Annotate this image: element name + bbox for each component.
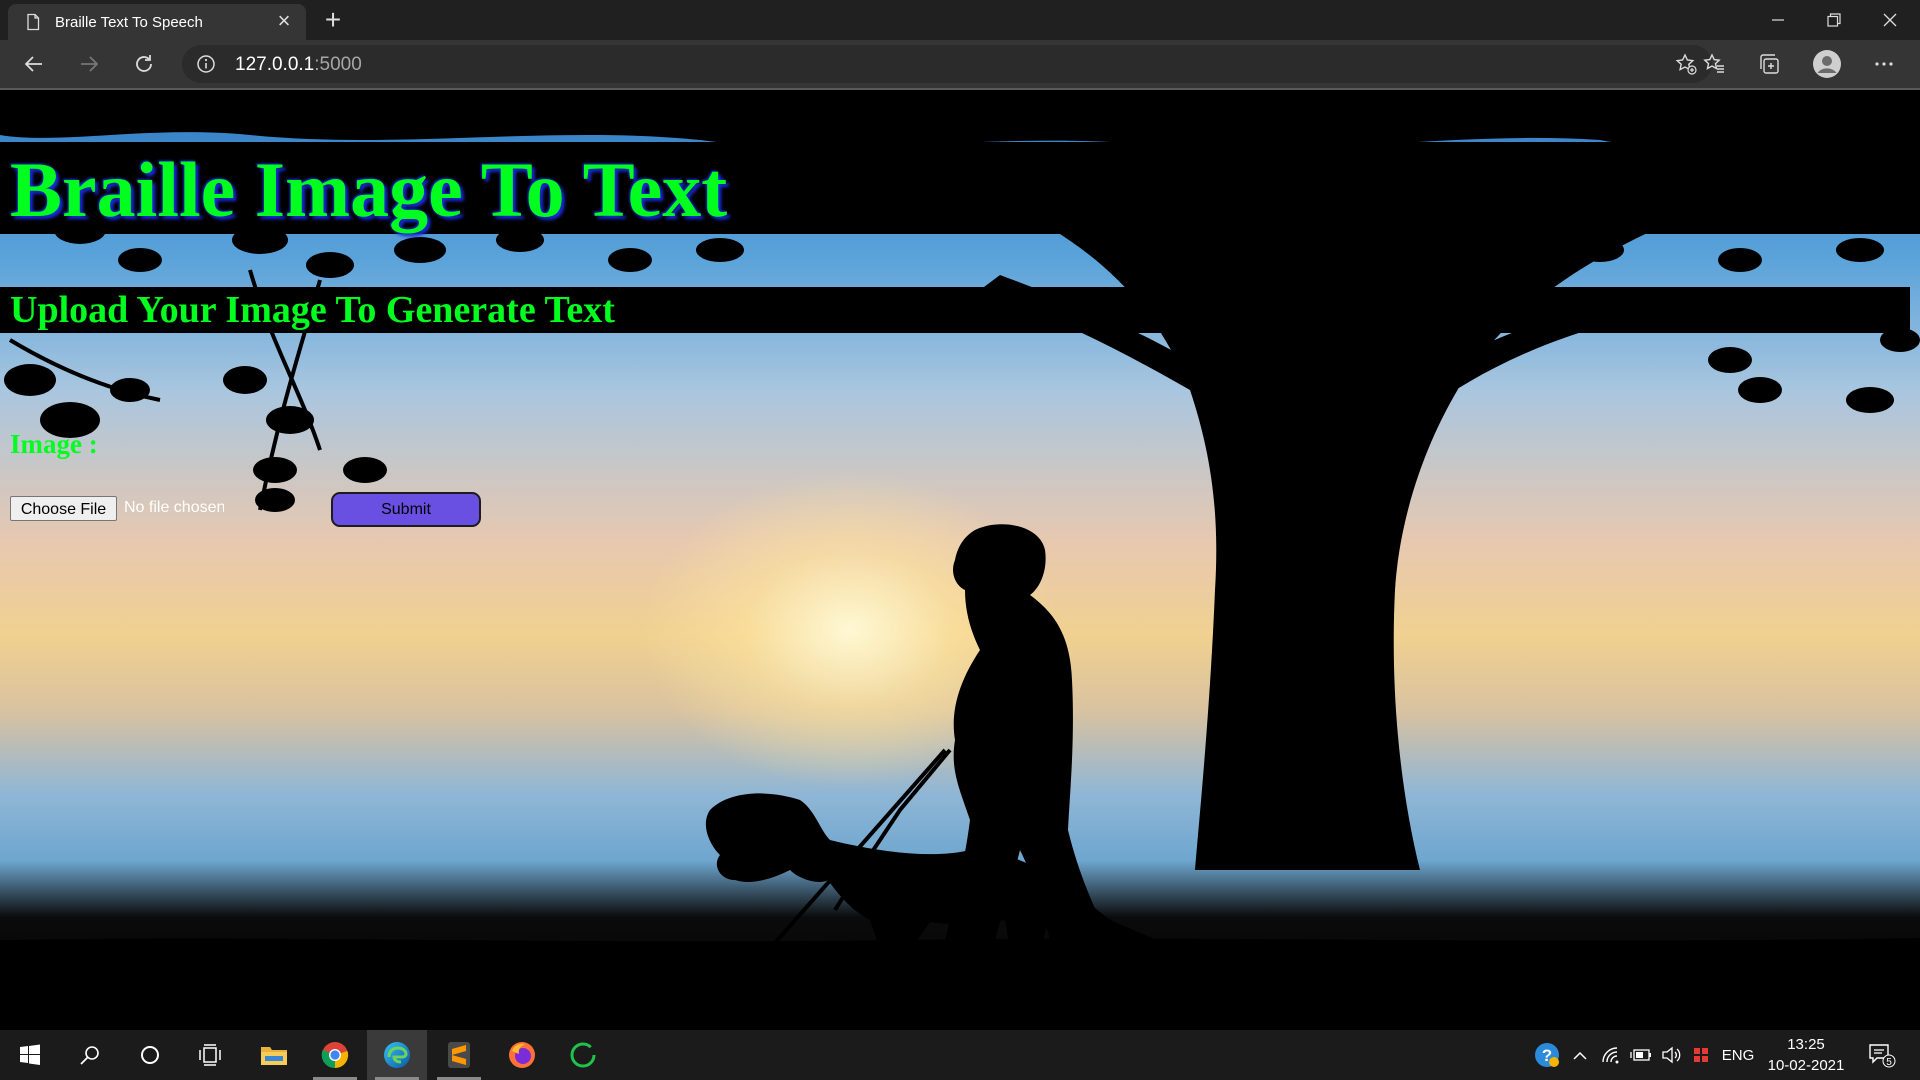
network-icon[interactable]	[1596, 1030, 1626, 1080]
clock[interactable]: 13:25 10-02-2021	[1756, 1034, 1856, 1076]
show-hidden-icons-icon[interactable]	[1566, 1030, 1594, 1080]
close-window-icon[interactable]	[1862, 0, 1918, 40]
search-icon[interactable]	[60, 1030, 120, 1080]
favorites-icon[interactable]	[1696, 46, 1732, 82]
restore-icon[interactable]	[1806, 0, 1862, 40]
clock-date: 10-02-2021	[1767, 1057, 1845, 1074]
sublime-text-icon[interactable]	[429, 1030, 489, 1080]
close-tab-icon[interactable]: ×	[272, 9, 296, 33]
edge-icon[interactable]	[367, 1030, 427, 1080]
browser-toolbar: 127.0.0.1:5000	[0, 40, 1920, 90]
forward-icon[interactable]	[71, 46, 107, 82]
file-explorer-icon[interactable]	[244, 1030, 304, 1080]
language-indicator[interactable]: ENG	[1716, 1030, 1760, 1080]
address-bar[interactable]: 127.0.0.1:5000	[182, 45, 1712, 83]
battery-icon[interactable]	[1626, 1030, 1656, 1080]
url-text: 127.0.0.1:5000	[235, 54, 362, 75]
spinner-app-icon[interactable]	[553, 1030, 613, 1080]
browser-tab[interactable]: Braille Text To Speech ×	[8, 4, 306, 40]
more-options-icon[interactable]	[1866, 46, 1902, 82]
browser-tab-bar: Braille Text To Speech × +	[0, 0, 1920, 40]
firefox-icon[interactable]	[492, 1030, 552, 1080]
file-status-text: No file chosen	[124, 499, 224, 516]
windows-taskbar: ? ENG 13:25 10-02-2021 5	[0, 1030, 1920, 1080]
page-viewport: Braille Image To Text Upload Your Image …	[0, 90, 1920, 1030]
image-label: Image :	[10, 429, 98, 459]
help-icon[interactable]: ?	[1530, 1030, 1564, 1080]
page-subtitle: Upload Your Image To Generate Text	[10, 289, 615, 331]
collections-icon[interactable]	[1751, 46, 1787, 82]
clock-time: 13:25	[1787, 1036, 1825, 1053]
chrome-icon[interactable]	[305, 1030, 365, 1080]
app-tray-icon[interactable]	[1686, 1030, 1716, 1080]
refresh-icon[interactable]	[126, 46, 162, 82]
new-tab-icon[interactable]: +	[318, 4, 348, 36]
minimize-icon[interactable]	[1750, 0, 1806, 40]
site-info-icon[interactable]	[196, 54, 216, 74]
document-icon	[27, 13, 40, 31]
notifications-icon[interactable]: 5	[1862, 1030, 1902, 1080]
add-favorite-icon[interactable]	[1674, 52, 1698, 76]
start-windows-icon[interactable]	[0, 1030, 60, 1080]
profile-avatar-icon[interactable]	[1809, 46, 1845, 82]
tab-title: Braille Text To Speech	[55, 14, 203, 31]
submit-button[interactable]: Submit	[331, 492, 481, 527]
page-title: Braille Image To Text	[10, 146, 728, 233]
task-view-icon[interactable]	[180, 1030, 240, 1080]
notification-count: 5	[1886, 1057, 1892, 1068]
back-icon[interactable]	[16, 46, 52, 82]
volume-icon[interactable]	[1656, 1030, 1686, 1080]
cortana-icon[interactable]	[120, 1030, 180, 1080]
choose-file-button[interactable]: Choose File	[10, 496, 117, 521]
